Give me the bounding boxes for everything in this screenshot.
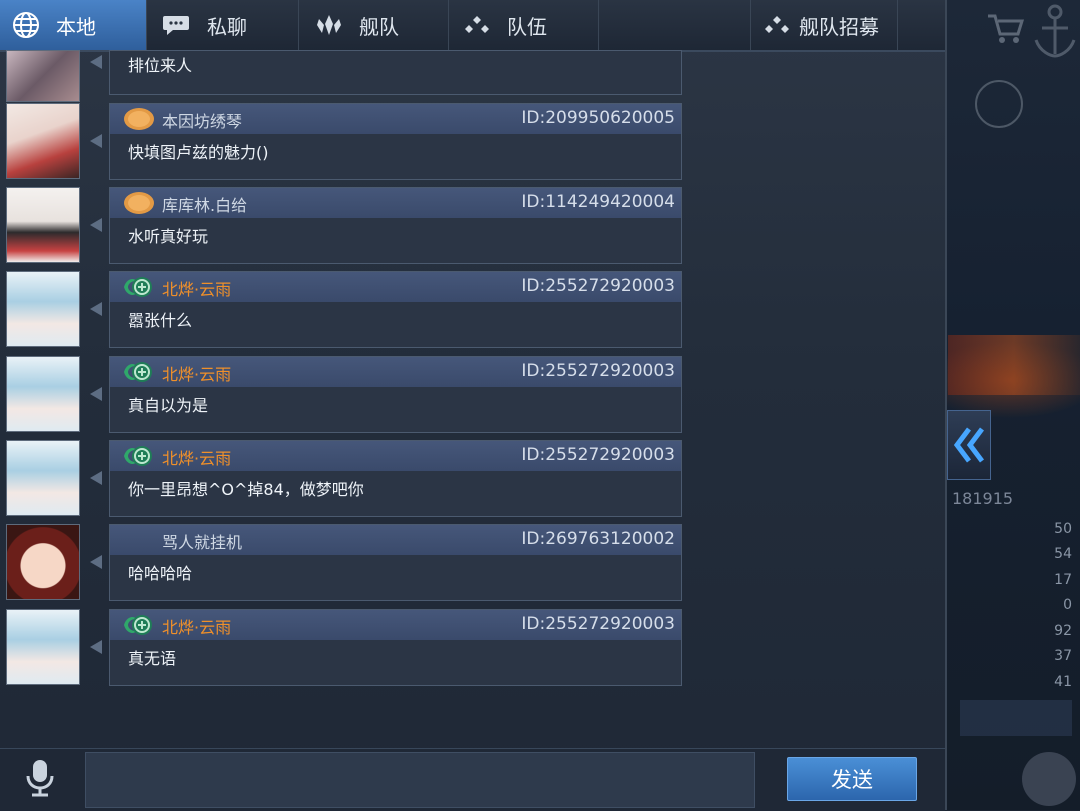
avatar[interactable] [6,609,80,685]
message-bubble: 本因坊绣琴 ID:209950620005 快填图卢兹的魅力() [109,103,682,180]
emblem-badge-icon [124,615,152,635]
chat-message: 本因坊绣琴 ID:209950620005 快填图卢兹的魅力() [0,103,690,181]
message-bubble: 库库林.白给 ID:114249420004 水听真好玩 [109,187,682,264]
event-banner [948,335,1080,395]
message-text: 真自以为是 [128,396,209,415]
message-text: 排位来人 [128,56,193,75]
sender-name[interactable]: 本因坊绣琴 [162,108,242,132]
message-text: 你一里昂想^O^掉84，做梦吧你 [128,480,364,499]
message-header: 库库林.白给 ID:114249420004 [110,188,681,218]
bubble-pointer [90,387,102,401]
message-bubble: 排位来人 [109,50,682,95]
double-chevron-left-icon [953,427,984,463]
chat-message: 排位来人 [0,18,690,102]
chat-message: 北烨·云雨 ID:255272920003 真自以为是 [0,356,690,434]
chat-message: 库库林.白给 ID:114249420004 水听真好玩 [0,187,690,265]
avatar[interactable] [6,524,80,600]
message-text: 真无语 [128,649,177,668]
sender-name[interactable]: 库库林.白给 [162,192,247,216]
message-bubble: 骂人就挂机 ID:269763120002 哈哈哈哈 [109,524,682,601]
chat-message: 北烨·云雨 ID:255272920003 嚣张什么 [0,271,690,349]
emblem-badge-icon [124,277,152,297]
message-text: 嚣张什么 [128,311,193,330]
team-icon [761,9,793,41]
background-button [960,700,1072,736]
bubble-pointer [90,555,102,569]
sender-name[interactable]: 北烨·云雨 [162,276,231,300]
message-bubble: 北烨·云雨 ID:255272920003 嚣张什么 [109,271,682,348]
bubble-pointer [90,134,102,148]
message-text: 水听真好玩 [128,227,209,246]
message-bubble: 北烨·云雨 ID:255272920003 真无语 [109,609,682,686]
microphone-button[interactable] [22,758,58,798]
message-header: 北烨·云雨 ID:255272920003 [110,272,681,302]
background-stat: 92 [1054,623,1072,639]
emblem-badge-icon [124,446,152,466]
background-stat: 41 [1054,674,1072,690]
sender-id: ID:255272920003 [521,614,675,634]
message-header: 北烨·云雨 ID:255272920003 [110,357,681,387]
collapse-panel-button[interactable] [947,410,991,480]
cookie-badge-icon [124,108,154,130]
avatar[interactable] [6,271,80,347]
avatar[interactable] [6,187,80,263]
bubble-pointer [90,55,102,69]
anchor-icon [1030,2,1080,62]
sender-id: ID:255272920003 [521,445,675,465]
sender-name[interactable]: 北烨·云雨 [162,445,231,469]
shop-cart-icon [985,10,1025,46]
message-header: 本因坊绣琴 ID:209950620005 [110,104,681,134]
sender-name[interactable]: 北烨·云雨 [162,361,231,385]
avatar[interactable] [6,103,80,179]
cookie-badge-icon [124,192,154,214]
bubble-pointer [90,471,102,485]
background-stat: 0 [1063,597,1072,613]
avatar[interactable] [6,356,80,432]
tab-fleet-recruit[interactable]: 舰队招募 [750,0,898,50]
sender-id: ID:269763120002 [521,529,675,549]
bubble-pointer [90,218,102,232]
message-input[interactable] [85,752,755,808]
message-text: 快填图卢兹的魅力() [128,143,269,162]
background-stat: 37 [1054,648,1072,664]
background-stat: 54 [1054,546,1072,562]
sender-id: ID:209950620005 [521,108,675,128]
message-bubble: 北烨·云雨 ID:255272920003 真自以为是 [109,356,682,433]
ranking-icon [975,80,1023,128]
sender-id: ID:255272920003 [521,276,675,296]
emblem-badge-icon [124,362,152,382]
sender-id: ID:255272920003 [521,361,675,381]
avatar[interactable] [6,50,80,102]
tab-label: 舰队招募 [799,14,879,39]
message-bubble: 北烨·云雨 ID:255272920003 你一里昂想^O^掉84，做梦吧你 [109,440,682,517]
chat-message: 骂人就挂机 ID:269763120002 哈哈哈哈 [0,524,690,602]
bubble-pointer [90,302,102,316]
microphone-icon [26,760,54,797]
sender-name[interactable]: 骂人就挂机 [162,529,242,553]
commander-avatar [1022,752,1076,806]
avatar[interactable] [6,440,80,516]
message-header: 骂人就挂机 ID:269763120002 [110,525,681,555]
sender-name[interactable]: 北烨·云雨 [162,614,231,638]
bubble-pointer [90,640,102,654]
chat-panel: 本地 私聊 舰队 队伍 舰队招募 排位来人 本因坊绣琴 ID:209950620… [0,0,947,811]
send-button[interactable]: 发送 [787,757,917,801]
background-score: 181915 [952,489,1014,508]
chat-message: 北烨·云雨 ID:255272920003 真无语 [0,609,690,687]
background-stat: 50 [1054,521,1072,537]
chat-message: 北烨·云雨 ID:255272920003 你一里昂想^O^掉84，做梦吧你 [0,440,690,518]
message-text: 哈哈哈哈 [128,564,193,583]
sender-id: ID:114249420004 [521,192,675,212]
message-header: 北烨·云雨 ID:255272920003 [110,610,681,640]
background-stat: 17 [1054,572,1072,588]
message-header: 北烨·云雨 ID:255272920003 [110,441,681,471]
